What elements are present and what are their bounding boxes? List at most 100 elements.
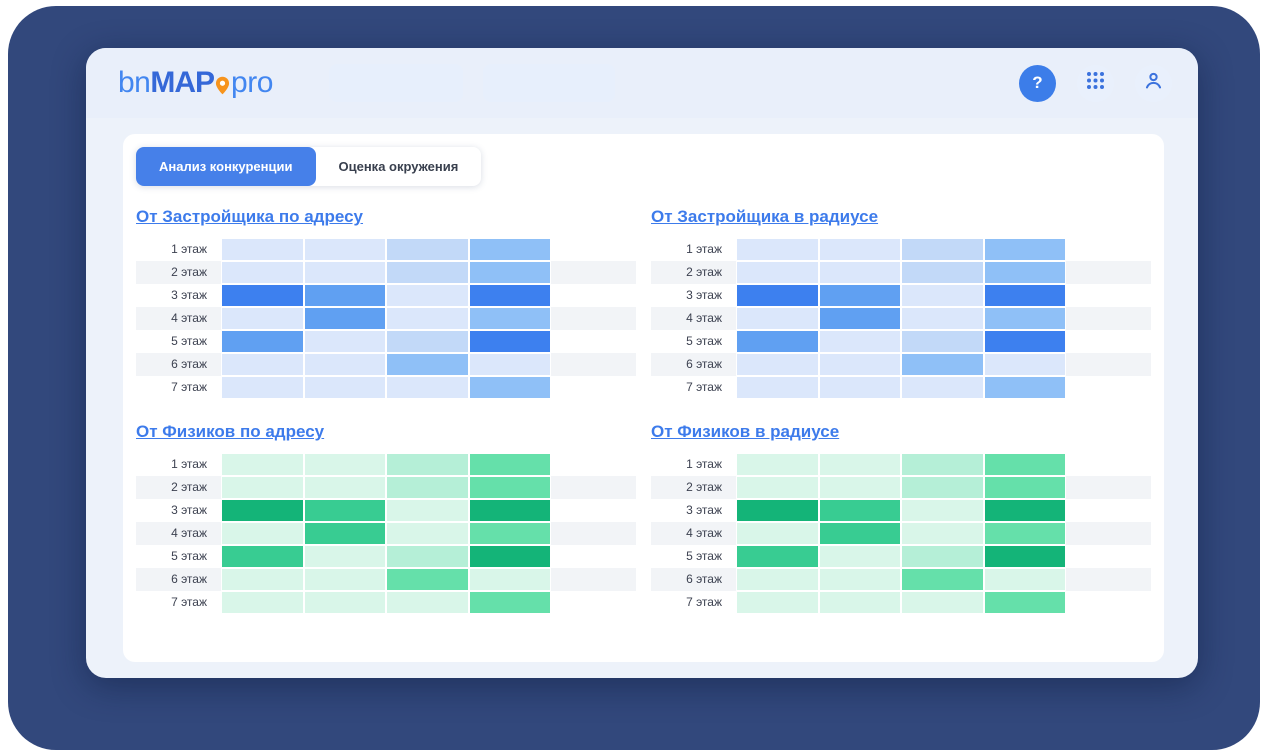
heatmap-cell[interactable]	[901, 499, 984, 522]
heatmap-cell[interactable]	[736, 376, 819, 399]
heatmap-cell[interactable]	[736, 568, 819, 591]
heatmap-cell[interactable]	[736, 522, 819, 545]
heatmap-cell[interactable]	[304, 591, 387, 614]
heatmap-cell[interactable]	[304, 522, 387, 545]
heatmap-cell[interactable]	[469, 453, 552, 476]
heatmap-cell[interactable]	[304, 476, 387, 499]
heatmap-cell[interactable]	[819, 238, 902, 261]
heatmap-cell[interactable]	[469, 591, 552, 614]
heatmap-cell[interactable]	[901, 284, 984, 307]
heatmap-cell[interactable]	[386, 307, 469, 330]
heatmap-cell[interactable]	[304, 453, 387, 476]
heatmap-cell[interactable]	[304, 307, 387, 330]
heatmap-cell[interactable]	[819, 591, 902, 614]
heatmap-cell[interactable]	[901, 522, 984, 545]
heatmap-cell[interactable]	[386, 499, 469, 522]
heatmap-cell[interactable]	[984, 499, 1067, 522]
help-button[interactable]: ?	[1019, 65, 1056, 102]
heatmap-cell[interactable]	[304, 568, 387, 591]
heatmap-cell[interactable]	[819, 545, 902, 568]
bnmap-logo[interactable]: bn MAP pro	[118, 68, 273, 98]
heatmap-cell[interactable]	[469, 376, 552, 399]
heatmap-cell[interactable]	[469, 545, 552, 568]
heatmap-cell[interactable]	[304, 330, 387, 353]
heatmap-cell[interactable]	[221, 453, 304, 476]
heatmap-cell[interactable]	[736, 353, 819, 376]
heatmap-cell[interactable]	[984, 591, 1067, 614]
heatmap-cell[interactable]	[469, 499, 552, 522]
section-title-link[interactable]: От Физиков по адресу	[136, 422, 324, 442]
section-title-link[interactable]: От Физиков в радиусе	[651, 422, 839, 442]
heatmap-cell[interactable]	[386, 376, 469, 399]
heatmap-cell[interactable]	[386, 568, 469, 591]
heatmap-cell[interactable]	[469, 353, 552, 376]
heatmap-cell[interactable]	[819, 522, 902, 545]
heatmap-cell[interactable]	[736, 476, 819, 499]
heatmap-cell[interactable]	[819, 453, 902, 476]
heatmap-cell[interactable]	[469, 284, 552, 307]
tab-competition-analysis[interactable]: Анализ конкуренции	[136, 147, 316, 186]
section-title-link[interactable]: От Застройщика по адресу	[136, 207, 363, 227]
heatmap-cell[interactable]	[984, 376, 1067, 399]
heatmap-cell[interactable]	[984, 568, 1067, 591]
heatmap-cell[interactable]	[304, 238, 387, 261]
heatmap-cell[interactable]	[736, 307, 819, 330]
heatmap-cell[interactable]	[984, 238, 1067, 261]
heatmap-cell[interactable]	[901, 238, 984, 261]
heatmap-cell[interactable]	[386, 330, 469, 353]
heatmap-cell[interactable]	[221, 353, 304, 376]
section-title-link[interactable]: От Застройщика в радиусе	[651, 207, 878, 227]
heatmap-cell[interactable]	[736, 591, 819, 614]
tab-environment-assessment[interactable]: Оценка окружения	[316, 147, 482, 186]
apps-button[interactable]	[1077, 65, 1114, 102]
heatmap-cell[interactable]	[386, 284, 469, 307]
heatmap-cell[interactable]	[221, 284, 304, 307]
heatmap-cell[interactable]	[819, 376, 902, 399]
heatmap-cell[interactable]	[901, 261, 984, 284]
heatmap-cell[interactable]	[469, 330, 552, 353]
heatmap-cell[interactable]	[304, 545, 387, 568]
heatmap-cell[interactable]	[984, 453, 1067, 476]
header-field-1[interactable]	[329, 64, 463, 102]
heatmap-cell[interactable]	[984, 261, 1067, 284]
heatmap-cell[interactable]	[901, 568, 984, 591]
heatmap-cell[interactable]	[386, 476, 469, 499]
heatmap-cell[interactable]	[386, 353, 469, 376]
heatmap-cell[interactable]	[469, 476, 552, 499]
heatmap-cell[interactable]	[984, 307, 1067, 330]
profile-button[interactable]	[1135, 65, 1172, 102]
heatmap-cell[interactable]	[901, 476, 984, 499]
heatmap-cell[interactable]	[901, 353, 984, 376]
heatmap-cell[interactable]	[984, 330, 1067, 353]
heatmap-cell[interactable]	[819, 284, 902, 307]
heatmap-cell[interactable]	[901, 453, 984, 476]
heatmap-cell[interactable]	[819, 499, 902, 522]
heatmap-cell[interactable]	[221, 330, 304, 353]
heatmap-cell[interactable]	[984, 284, 1067, 307]
heatmap-cell[interactable]	[221, 376, 304, 399]
header-field-2[interactable]	[483, 64, 615, 102]
heatmap-cell[interactable]	[984, 353, 1067, 376]
heatmap-cell[interactable]	[736, 261, 819, 284]
heatmap-cell[interactable]	[386, 545, 469, 568]
heatmap-cell[interactable]	[386, 261, 469, 284]
heatmap-cell[interactable]	[736, 499, 819, 522]
heatmap-cell[interactable]	[221, 238, 304, 261]
heatmap-cell[interactable]	[221, 499, 304, 522]
heatmap-cell[interactable]	[819, 353, 902, 376]
heatmap-cell[interactable]	[469, 261, 552, 284]
heatmap-cell[interactable]	[221, 568, 304, 591]
heatmap-cell[interactable]	[984, 522, 1067, 545]
heatmap-cell[interactable]	[386, 238, 469, 261]
heatmap-cell[interactable]	[984, 545, 1067, 568]
heatmap-cell[interactable]	[469, 307, 552, 330]
heatmap-cell[interactable]	[386, 522, 469, 545]
heatmap-cell[interactable]	[304, 499, 387, 522]
heatmap-cell[interactable]	[221, 545, 304, 568]
heatmap-cell[interactable]	[901, 545, 984, 568]
heatmap-cell[interactable]	[469, 238, 552, 261]
heatmap-cell[interactable]	[221, 591, 304, 614]
heatmap-cell[interactable]	[736, 453, 819, 476]
heatmap-cell[interactable]	[819, 330, 902, 353]
heatmap-cell[interactable]	[736, 545, 819, 568]
